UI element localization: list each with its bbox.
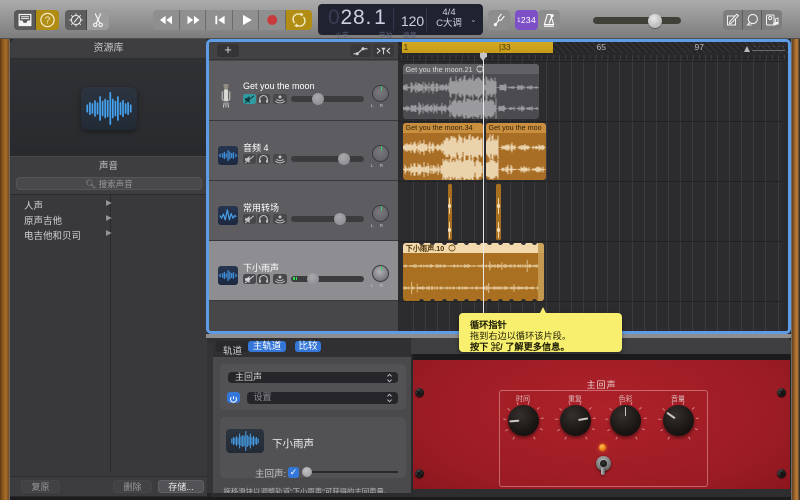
svg-text:?: ?: [45, 16, 51, 27]
